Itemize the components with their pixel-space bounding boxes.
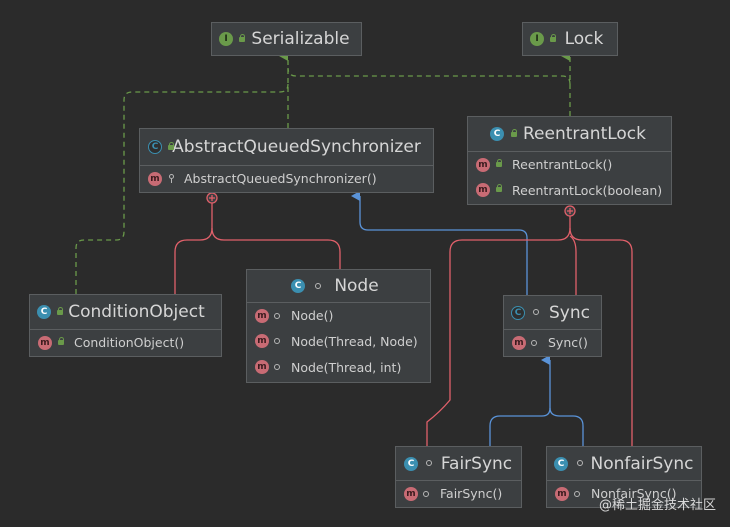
static-class-icon: C: [404, 456, 418, 471]
member-row[interactable]: m Node(Thread, int): [247, 354, 430, 380]
class-name: ReentrantLock: [522, 124, 647, 144]
member-row[interactable]: m FairSync(): [396, 480, 521, 506]
edge-condition-aqs: [174, 201, 213, 294]
package-private-icon: [315, 283, 321, 289]
public-lock-icon: [510, 129, 518, 138]
inner-class-marker-reentrantlock: [564, 205, 576, 217]
inner-class-marker-aqs: [206, 192, 218, 204]
class-name: NonfairSync: [590, 453, 694, 474]
class-header: I Lock: [523, 23, 617, 55]
class-box-condition-object[interactable]: C ConditionObject m ConditionObject(): [29, 294, 222, 357]
class-box-abstract-queued-synchronizer[interactable]: C AbstractQueuedSynchronizer m AbstractQ…: [139, 128, 434, 193]
edge-nonfairsync-sync: [549, 407, 584, 446]
method-icon: m: [476, 183, 490, 197]
package-private-icon: [274, 364, 280, 370]
member-row[interactable]: m ConditionObject(): [30, 329, 221, 355]
member-label: Node(Thread, Node): [291, 333, 418, 349]
class-name: Serializable: [251, 29, 350, 49]
edge-node-aqs: [211, 227, 341, 269]
class-box-reentrant-lock[interactable]: C ReentrantLock m ReentrantLock() m Reen…: [467, 116, 672, 205]
class-name: Lock: [564, 29, 604, 49]
public-lock-icon: [549, 34, 557, 43]
method-icon: m: [404, 487, 418, 501]
class-header: C Sync: [504, 296, 601, 329]
package-private-icon: [274, 338, 280, 344]
class-header: I Serializable: [212, 23, 361, 55]
method-icon: m: [148, 172, 162, 186]
class-header: C NonfairSync: [547, 447, 701, 480]
static-class-icon: C: [291, 279, 305, 293]
member-label: Node(Thread, int): [291, 359, 402, 375]
abstract-class-icon: C: [148, 140, 162, 154]
static-abstract-class-icon: C: [511, 305, 525, 320]
member-row[interactable]: m Node(Thread, Node): [247, 328, 430, 354]
class-box-serializable[interactable]: I Serializable: [211, 22, 362, 56]
package-private-icon: [531, 340, 537, 346]
public-lock-icon: [238, 34, 246, 43]
package-private-icon: [577, 460, 583, 466]
class-box-lock[interactable]: I Lock: [522, 22, 618, 56]
method-icon: m: [38, 336, 52, 350]
member-label: Node(): [291, 308, 334, 323]
public-lock-icon: [167, 142, 175, 151]
package-private-icon: [274, 313, 280, 319]
class-box-sync[interactable]: C Sync m Sync(): [503, 295, 602, 357]
static-class-icon: C: [554, 456, 568, 471]
watermark: @稀土掘金技术社区: [598, 498, 716, 513]
class-icon: C: [490, 127, 504, 141]
edge-reentrantlock-serializable: [287, 67, 571, 85]
protected-key-icon: [167, 174, 176, 183]
interface-icon: I: [219, 32, 233, 46]
member-label: Sync(): [548, 335, 588, 350]
package-private-icon: [574, 491, 580, 497]
package-private-icon: [423, 491, 429, 497]
method-icon: m: [476, 158, 490, 172]
class-icon: C: [37, 305, 51, 319]
edge-fairsync-sync: [489, 355, 551, 446]
member-row[interactable]: m ReentrantLock(): [468, 151, 671, 177]
class-header: C Node: [247, 270, 430, 302]
member-label: AbstractQueuedSynchronizer(): [184, 171, 377, 186]
class-name: ConditionObject: [68, 302, 205, 322]
method-icon: m: [555, 487, 569, 501]
member-row[interactable]: m ReentrantLock(boolean): [468, 177, 671, 203]
class-name: Sync: [549, 302, 590, 323]
method-icon: m: [512, 336, 526, 350]
package-private-icon: [426, 460, 432, 466]
member-row[interactable]: m Sync(): [504, 329, 601, 355]
method-icon: m: [255, 309, 269, 323]
class-header: C ConditionObject: [30, 295, 221, 329]
package-private-icon: [533, 309, 539, 315]
class-name: FairSync: [440, 453, 513, 474]
class-header: C AbstractQueuedSynchronizer: [140, 129, 433, 165]
class-name: AbstractQueuedSynchronizer: [172, 137, 421, 157]
class-box-node[interactable]: C Node m Node() m Node(Thread, Node) m N…: [246, 269, 431, 383]
member-label: ConditionObject(): [74, 335, 185, 350]
member-label: ReentrantLock(boolean): [512, 182, 663, 198]
member-row[interactable]: m Node(): [247, 302, 430, 328]
method-icon: m: [255, 334, 269, 348]
public-lock-icon: [56, 307, 64, 316]
edge-sync-reentrantlock: [569, 235, 577, 295]
class-header: C FairSync: [396, 447, 521, 480]
public-lock-icon: [495, 159, 503, 168]
member-label: ReentrantLock(): [512, 157, 613, 172]
member-label: FairSync(): [440, 486, 503, 501]
class-name: Node: [334, 276, 379, 296]
method-icon: m: [255, 360, 269, 374]
class-box-fair-sync[interactable]: C FairSync m FairSync(): [395, 446, 522, 508]
member-row[interactable]: m AbstractQueuedSynchronizer(): [140, 165, 433, 191]
public-lock-icon: [57, 337, 65, 346]
class-header: C ReentrantLock: [468, 117, 671, 151]
public-lock-icon: [495, 184, 503, 193]
interface-icon: I: [530, 32, 544, 46]
